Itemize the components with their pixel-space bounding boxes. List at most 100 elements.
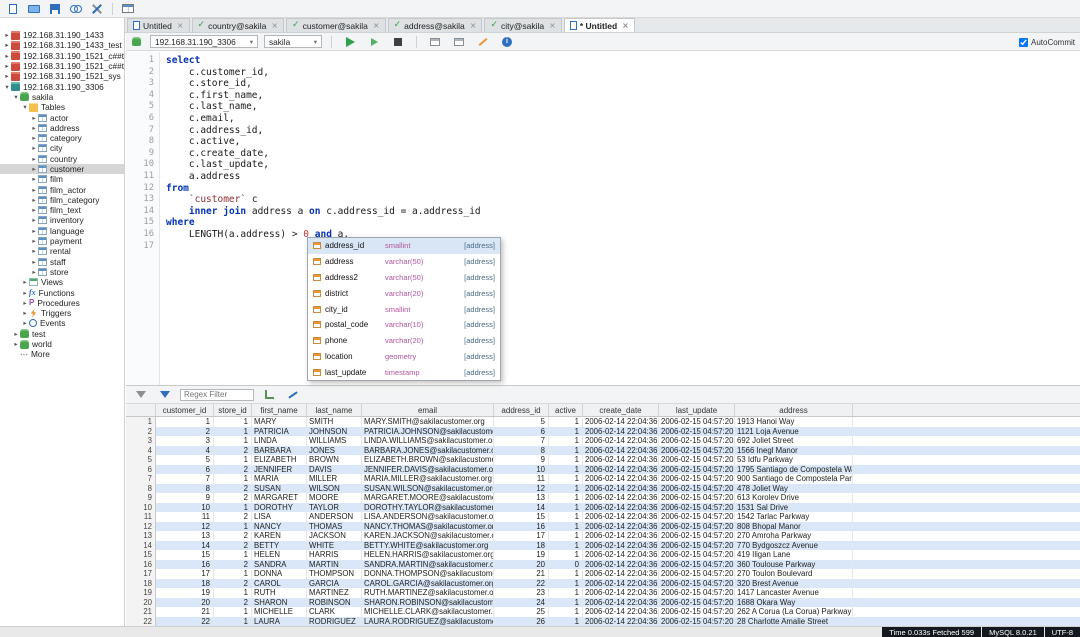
cell-last-name[interactable]: MARTIN [307, 560, 362, 570]
cell-email[interactable]: KAREN.JACKSON@sakilacustomer.org [362, 531, 494, 541]
expand-arrow[interactable]: ▸ [21, 278, 29, 286]
regex-filter-input[interactable] [180, 389, 254, 401]
cell-active[interactable]: 1 [549, 598, 583, 608]
cell-address-id[interactable]: 12 [494, 484, 549, 494]
grid-header-last-name[interactable]: last_name [307, 404, 362, 416]
grid-header-address[interactable]: address [735, 404, 853, 416]
cell-address[interactable]: 692 Joliet Street [735, 436, 853, 446]
tree-item-events[interactable]: ▸Events [0, 318, 124, 328]
cell-rownum[interactable]: 19 [126, 588, 156, 598]
cell-email[interactable]: ELIZABETH.BROWN@sakilacustomer.org [362, 455, 494, 465]
cell-first-name[interactable]: MARGARET [252, 493, 307, 503]
cell-address[interactable]: 1795 Santiago de Compostela Way [735, 465, 853, 475]
format-sql-button[interactable] [474, 34, 492, 49]
cell-active[interactable]: 1 [549, 579, 583, 589]
cell-active[interactable]: 1 [549, 522, 583, 532]
cell-address-id[interactable]: 23 [494, 588, 549, 598]
cell-last-name[interactable]: WILLIAMS [307, 436, 362, 446]
grid-header-create-date[interactable]: create_date [583, 404, 659, 416]
cell-store-id[interactable]: 1 [214, 588, 252, 598]
cell-first-name[interactable]: LINDA [252, 436, 307, 446]
cell-first-name[interactable]: LAURA [252, 617, 307, 627]
cell-last-name[interactable]: MOORE [307, 493, 362, 503]
cell-address[interactable]: 419 Iligan Lane [735, 550, 853, 560]
expand-arrow[interactable]: ▸ [30, 144, 38, 152]
cell-first-name[interactable]: PATRICIA [252, 427, 307, 437]
cell-last-name[interactable]: JACKSON [307, 531, 362, 541]
cell-address-id[interactable]: 10 [494, 465, 549, 475]
cell-address-id[interactable]: 14 [494, 503, 549, 513]
sql-editor[interactable]: 1234567891011121314151617 select c.custo… [126, 52, 1080, 385]
cell-last-update[interactable]: 2006-02-15 04:57:20 [659, 446, 735, 456]
cell-rownum[interactable]: 10 [126, 503, 156, 513]
cell-create-date[interactable]: 2006-02-14 22:04:36 [583, 560, 659, 570]
cell-rownum[interactable]: 8 [126, 484, 156, 494]
cell-address-id[interactable]: 5 [494, 417, 549, 427]
cell-customer-id[interactable]: 9 [156, 493, 214, 503]
run-query-button[interactable] [341, 34, 359, 49]
grid-header-first-name[interactable]: first_name [252, 404, 307, 416]
cell-last-update[interactable]: 2006-02-15 04:57:20 [659, 417, 735, 427]
cell-rownum[interactable]: 21 [126, 607, 156, 617]
table-row[interactable]: 16162SANDRAMARTINSANDRA.MARTIN@sakilacus… [126, 560, 1080, 570]
cell-email[interactable]: NANCY.THOMAS@sakilacustomer.org [362, 522, 494, 532]
table-row[interactable]: 992MARGARETMOOREMARGARET.MOORE@sakilacus… [126, 493, 1080, 503]
cell-email[interactable]: PATRICIA.JOHNSON@sakilacustomer.org [362, 427, 494, 437]
cell-store-id[interactable]: 2 [214, 541, 252, 551]
cell-first-name[interactable]: MARY [252, 417, 307, 427]
cell-last-name[interactable]: THOMPSON [307, 569, 362, 579]
table-row[interactable]: 14142BETTYWHITEBETTY.WHITE@sakilacustome… [126, 541, 1080, 551]
cell-address[interactable]: 1688 Okara Way [735, 598, 853, 608]
cell-customer-id[interactable]: 2 [156, 427, 214, 437]
filter-button[interactable] [132, 387, 150, 402]
cell-customer-id[interactable]: 5 [156, 455, 214, 465]
tree-item-192-168-31-190-1433-test[interactable]: ▸192.168.31.190_1433_test [0, 40, 124, 50]
cell-email[interactable]: MARIA.MILLER@sakilacustomer.org [362, 474, 494, 484]
expand-arrow[interactable]: ▸ [30, 227, 38, 235]
cell-last-update[interactable]: 2006-02-15 04:57:20 [659, 550, 735, 560]
cell-address-id[interactable]: 11 [494, 474, 549, 484]
cell-active[interactable]: 1 [549, 455, 583, 465]
code-area[interactable]: select c.customer_id, c.store_id, c.firs… [160, 52, 1080, 385]
cell-email[interactable]: DOROTHY.TAYLOR@sakilacustomer.org [362, 503, 494, 513]
cell-email[interactable]: LISA.ANDERSON@sakilacustomer.org [362, 512, 494, 522]
expand-arrow[interactable]: ▸ [30, 114, 38, 122]
tree-item-country[interactable]: ▸country [0, 154, 124, 164]
cell-last-update[interactable]: 2006-02-15 04:57:20 [659, 569, 735, 579]
cell-address-id[interactable]: 16 [494, 522, 549, 532]
cell-last-update[interactable]: 2006-02-15 04:57:20 [659, 503, 735, 513]
cell-create-date[interactable]: 2006-02-14 22:04:36 [583, 512, 659, 522]
cell-address-id[interactable]: 24 [494, 598, 549, 608]
table-row[interactable]: 22221LAURARODRIGUEZLAURA.RODRIGUEZ@sakil… [126, 617, 1080, 627]
cell-store-id[interactable]: 1 [214, 427, 252, 437]
cell-create-date[interactable]: 2006-02-14 22:04:36 [583, 455, 659, 465]
cell-last-update[interactable]: 2006-02-15 04:57:20 [659, 512, 735, 522]
tree-item-film-category[interactable]: ▸film_category [0, 195, 124, 205]
tree-item-192-168-31-190-1521-c-test1[interactable]: ▸192.168.31.190_1521_c##test1 [0, 51, 124, 61]
cell-customer-id[interactable]: 11 [156, 512, 214, 522]
cell-email[interactable]: BETTY.WHITE@sakilacustomer.org [362, 541, 494, 551]
cell-customer-id[interactable]: 4 [156, 446, 214, 456]
cell-email[interactable]: CAROL.GARCIA@sakilacustomer.org [362, 579, 494, 589]
table-row[interactable]: 111MARYSMITHMARY.SMITH@sakilacustomer.or… [126, 417, 1080, 427]
cell-address[interactable]: 53 Idfu Parkway [735, 455, 853, 465]
expand-arrow[interactable]: ▸ [3, 72, 11, 80]
cell-last-update[interactable]: 2006-02-15 04:57:20 [659, 484, 735, 494]
cell-address-id[interactable]: 22 [494, 579, 549, 589]
cell-last-name[interactable]: TAYLOR [307, 503, 362, 513]
tree-item-film-actor[interactable]: ▸film_actor [0, 184, 124, 194]
cell-last-name[interactable]: HARRIS [307, 550, 362, 560]
grid-header-email[interactable]: email [362, 404, 494, 416]
cell-rownum[interactable]: 4 [126, 446, 156, 456]
cell-address[interactable]: 28 Charlotte Amalie Street [735, 617, 853, 627]
table-row[interactable]: 18182CAROLGARCIACAROL.GARCIA@sakilacusto… [126, 579, 1080, 589]
expand-arrow[interactable]: ▸ [3, 62, 11, 70]
cell-create-date[interactable]: 2006-02-14 22:04:36 [583, 550, 659, 560]
tree-item-192-168-31-190-3306[interactable]: ▾192.168.31.190_3306 [0, 81, 124, 91]
close-icon[interactable]: × [622, 21, 629, 30]
expand-arrow[interactable]: ▸ [30, 155, 38, 163]
cell-address-id[interactable]: 21 [494, 569, 549, 579]
tree-item-payment[interactable]: ▸payment [0, 236, 124, 246]
cell-address[interactable]: 262 A Corua (La Corua) Parkway [735, 607, 853, 617]
cell-address-id[interactable]: 15 [494, 512, 549, 522]
